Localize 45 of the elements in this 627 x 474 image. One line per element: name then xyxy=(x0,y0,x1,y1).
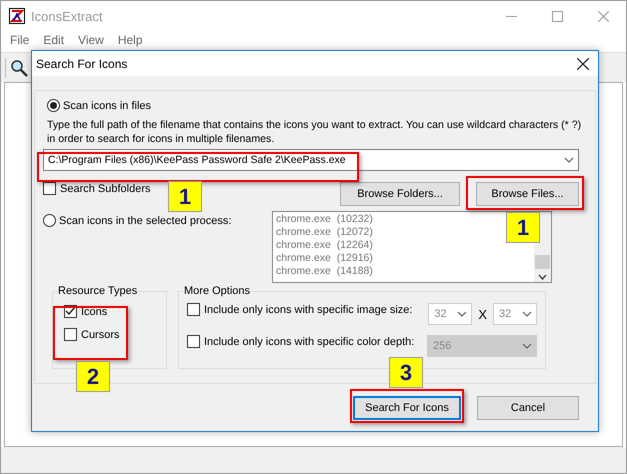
app-icon xyxy=(9,8,25,24)
group-title: Resource Types xyxy=(58,285,138,297)
path-combobox[interactable]: C:\Program Files (x86)\KeePass Password Safe 2\KeePass.exe xyxy=(43,149,579,171)
callout-number: 1 xyxy=(168,181,202,212)
callout-number: 3 xyxy=(389,357,423,388)
callout-number: 1 xyxy=(506,212,540,243)
list-item[interactable]: chrome.exe (10232) xyxy=(276,213,373,226)
chevron-icon xyxy=(522,343,532,349)
group-title: More Options xyxy=(184,285,250,297)
checkbox-option[interactable]: Include only icons with specific image size: xyxy=(187,303,412,316)
menu-item[interactable]: Help xyxy=(110,31,150,52)
checkbox-option[interactable]: Include only icons with specific color depth: xyxy=(187,335,414,348)
chevron-icon xyxy=(564,157,574,163)
list-item[interactable]: chrome.exe (12072) xyxy=(276,226,373,239)
checkbox-option[interactable]: Search Subfolders xyxy=(43,182,150,195)
checkbox[interactable] xyxy=(64,328,77,341)
list-item[interactable]: chrome.exe (12264) xyxy=(276,239,373,252)
checkbox[interactable] xyxy=(187,303,200,316)
times-sign: X xyxy=(478,306,487,322)
size-dropdown[interactable]: 32 xyxy=(493,303,537,325)
chevron-icon xyxy=(522,311,532,317)
dialog-title: Search For Icons xyxy=(36,56,128,70)
window-title: IconsExtract xyxy=(31,8,103,24)
list-item[interactable]: chrome.exe (14188) xyxy=(276,265,373,278)
checkbox[interactable] xyxy=(43,182,56,195)
menu-item[interactable]: View xyxy=(71,31,111,52)
cancel-button[interactable]: Cancel xyxy=(477,396,579,420)
menu-item[interactable]: Edit xyxy=(36,31,72,52)
chevron-icon[interactable] xyxy=(538,274,547,280)
checkbox-option[interactable]: Icons xyxy=(64,305,108,318)
checkbox-option[interactable]: Cursors xyxy=(64,328,120,341)
search-icon[interactable] xyxy=(10,58,28,76)
menu-item[interactable]: File xyxy=(3,31,36,52)
size-dropdown[interactable]: 32 xyxy=(428,303,472,325)
search-for-icons-button[interactable]: Search For Icons xyxy=(353,396,461,420)
scrollbar-thumb[interactable] xyxy=(535,254,550,268)
list-item[interactable]: chrome.exe (12916) xyxy=(276,252,373,265)
callout-number: 2 xyxy=(76,361,110,392)
radio-option[interactable]: Scan icons in the selected process: xyxy=(43,214,272,227)
browse-folders-button[interactable]: Browse Folders... xyxy=(340,182,460,206)
chevron-icon xyxy=(457,311,468,317)
checkbox[interactable] xyxy=(187,335,200,348)
browse-files-button[interactable]: Browse Files... xyxy=(476,182,579,206)
radio-option[interactable]: Scan icons in files xyxy=(47,99,585,112)
instruction-text: Type the full path of the filename that contains the icons you want to extract. You can use wildcard characters (* ?) in order to search for icons in multiple filenames. xyxy=(47,118,582,146)
